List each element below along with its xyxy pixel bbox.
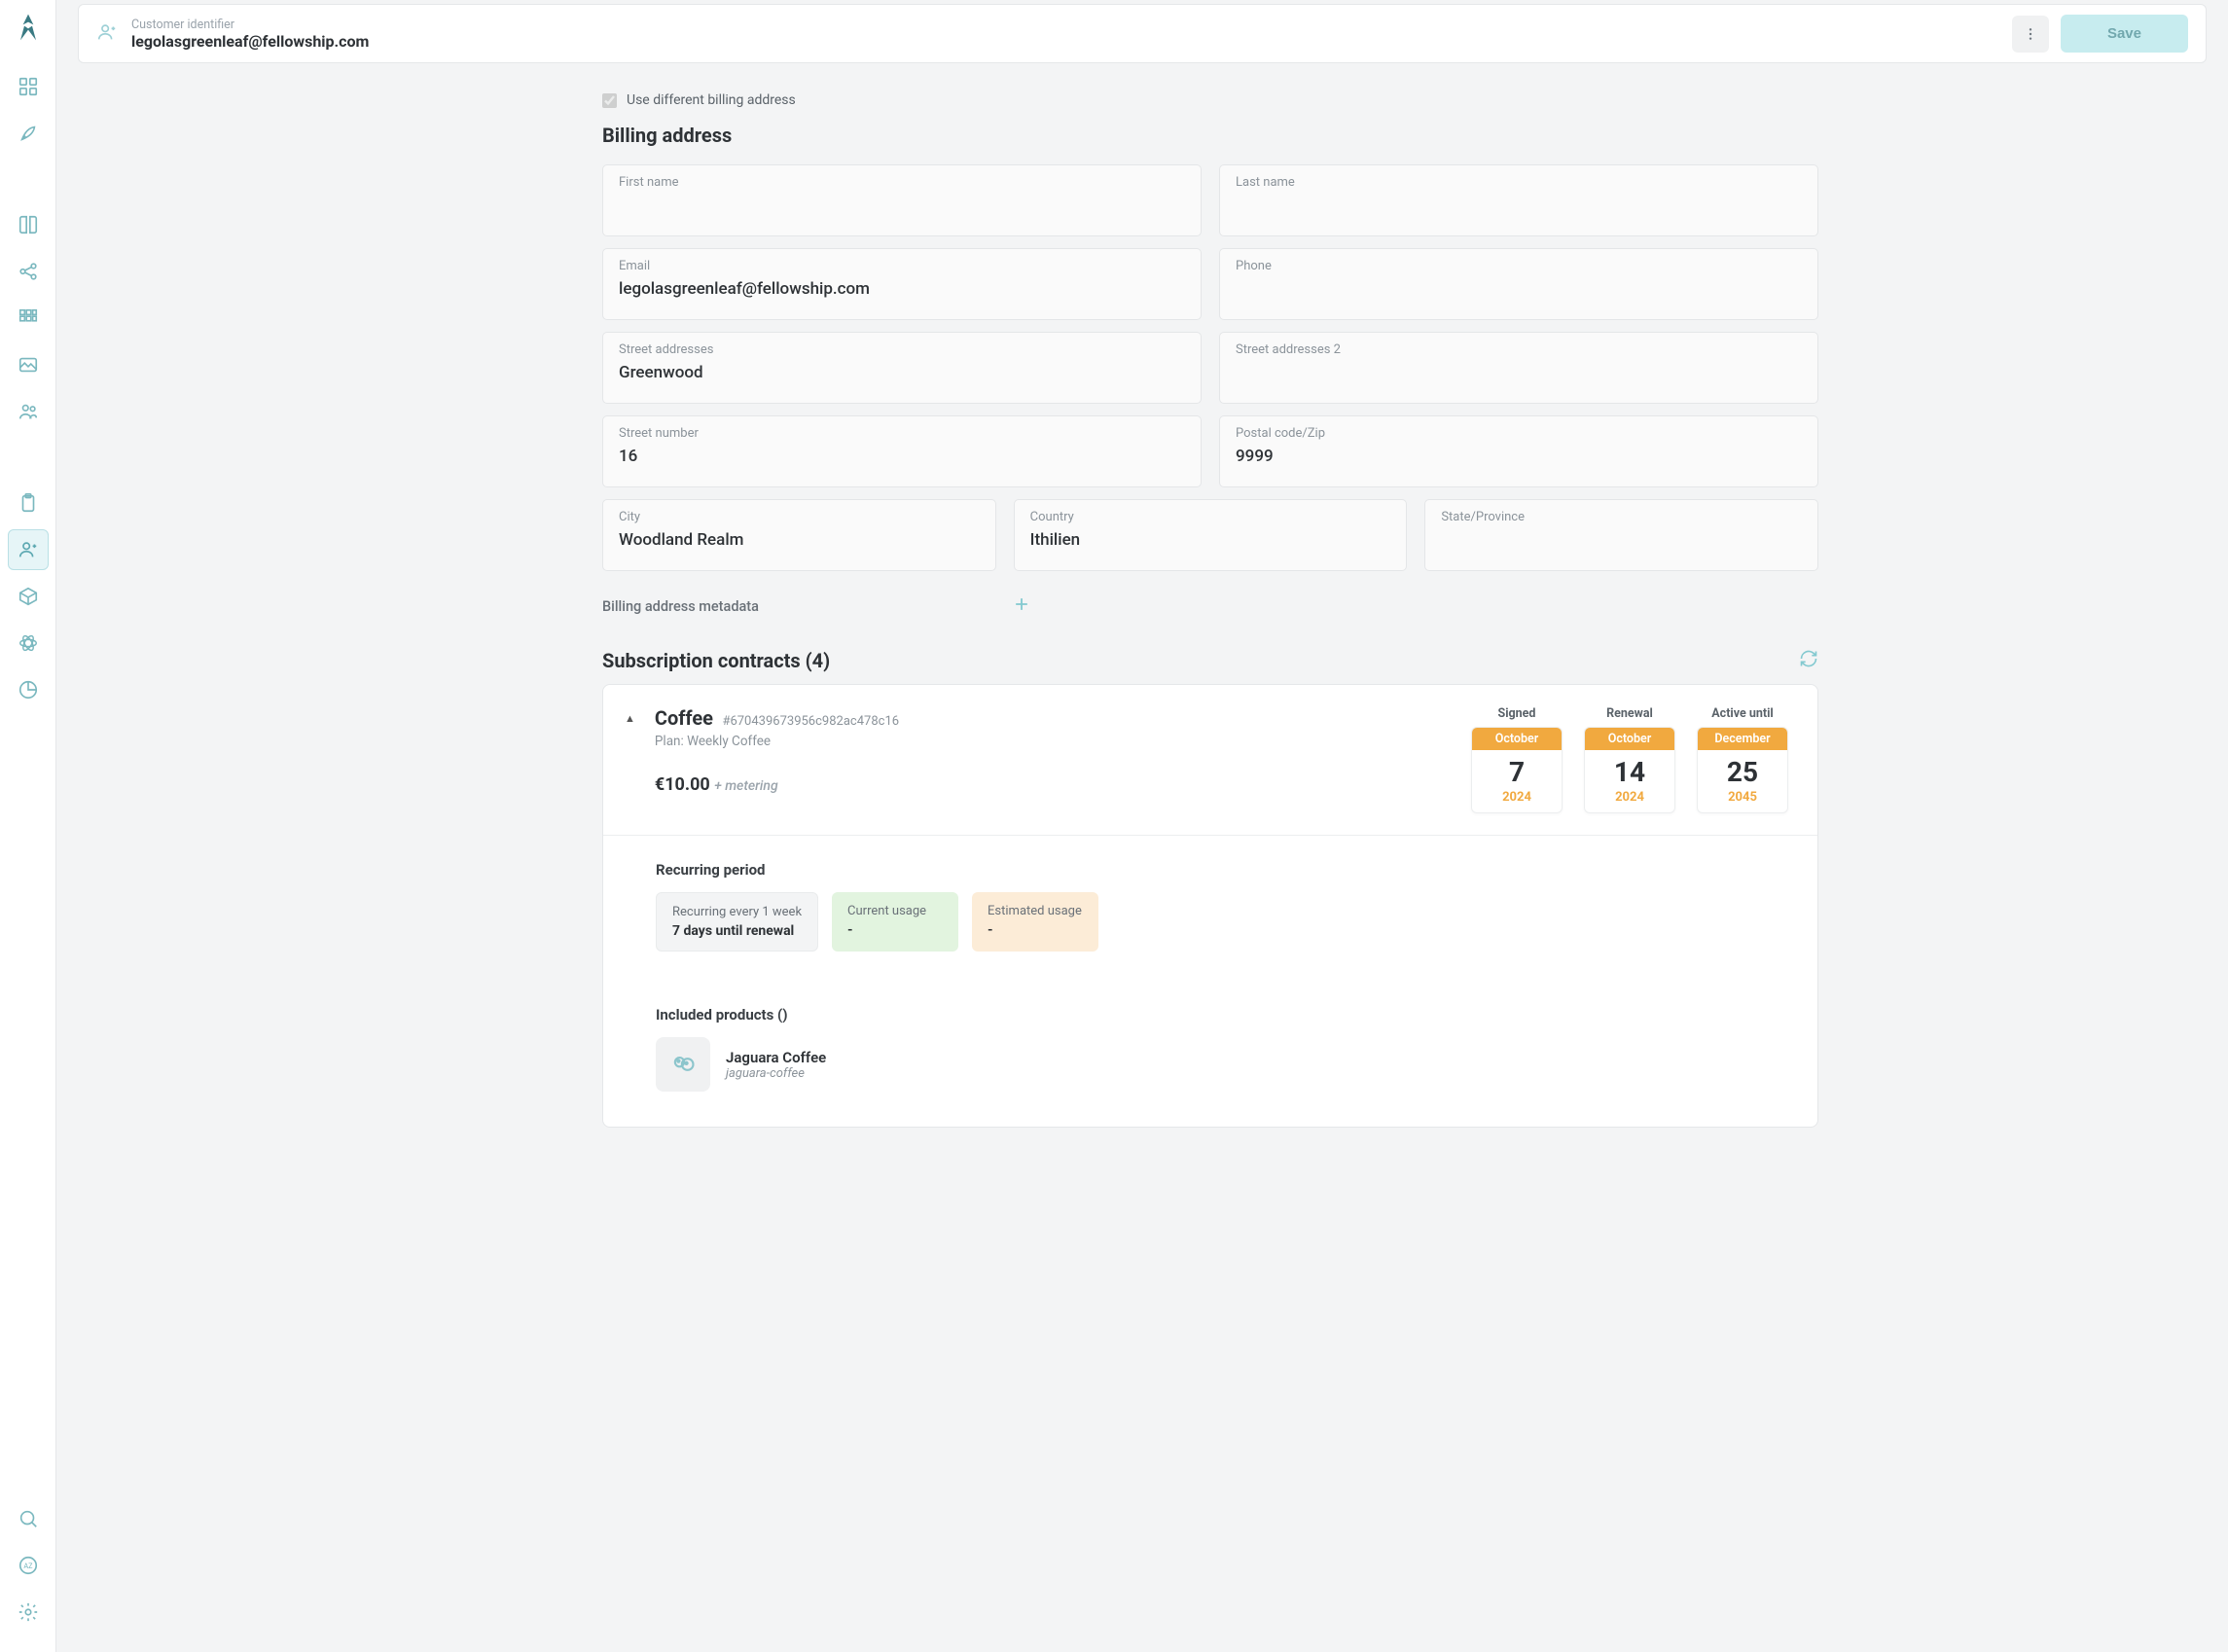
contract-id: #670439673956c982ac478c16 <box>722 714 899 729</box>
date-renewal: Renewal October 14 2024 <box>1584 706 1675 813</box>
contracts-title: Subscription contracts (4) <box>602 649 830 672</box>
city-field[interactable]: City Woodland Realm <box>602 499 996 571</box>
nav-users-icon[interactable] <box>8 391 49 432</box>
sidebar: AZ <box>0 0 56 1652</box>
product-slug: jaguara-coffee <box>726 1066 826 1081</box>
nav-rocket-icon[interactable] <box>8 113 49 154</box>
contract-plan: Plan: Weekly Coffee <box>655 734 1452 749</box>
product-icon <box>656 1037 710 1092</box>
product-row: Jaguara Coffee jaguara-coffee <box>656 1037 1765 1092</box>
country-field[interactable]: Country Ithilien <box>1014 499 1408 571</box>
street2-field[interactable]: Street addresses 2 <box>1219 332 1818 404</box>
contract-name: Coffee <box>655 706 713 730</box>
date-signed: Signed October 7 2024 <box>1471 706 1563 813</box>
current-usage-box: Current usage - <box>832 892 958 952</box>
customer-label: Customer identifier <box>131 18 369 32</box>
different-billing-checkbox[interactable] <box>602 93 617 108</box>
phone-field[interactable]: Phone <box>1219 248 1818 320</box>
add-metadata-button[interactable] <box>1012 594 1031 618</box>
collapse-caret-icon[interactable]: ▲ <box>625 712 635 725</box>
more-options-button[interactable] <box>2012 16 2049 53</box>
postal-field[interactable]: Postal code/Zip 9999 <box>1219 415 1818 487</box>
refresh-contracts-button[interactable] <box>1799 649 1818 672</box>
nav-box-icon[interactable] <box>8 576 49 617</box>
street-field[interactable]: Street addresses Greenwood <box>602 332 1202 404</box>
svg-text:AZ: AZ <box>23 1562 33 1570</box>
contract-price: €10.00 + metering <box>655 774 1452 795</box>
nav-search-icon[interactable] <box>8 1498 49 1539</box>
contract-card: ▲ Coffee #670439673956c982ac478c16 Plan:… <box>602 684 1818 1128</box>
first-name-field[interactable]: First name <box>602 164 1202 236</box>
nav-settings-icon[interactable] <box>8 1592 49 1633</box>
estimated-usage-box: Estimated usage - <box>972 892 1098 952</box>
recurring-title: Recurring period <box>656 861 1765 879</box>
customer-identifier: legolasgreenleaf@fellowship.com <box>131 32 369 51</box>
nav-pie-icon[interactable] <box>8 669 49 710</box>
nav-book-icon[interactable] <box>8 204 49 245</box>
nav-clipboard-icon[interactable] <box>8 483 49 523</box>
nav-customer-icon[interactable] <box>8 529 49 570</box>
nav-atom-icon[interactable] <box>8 623 49 664</box>
street-number-field[interactable]: Street number 16 <box>602 415 1202 487</box>
email-field[interactable]: Email legolasgreenleaf@fellowship.com <box>602 248 1202 320</box>
included-products-title: Included products () <box>656 1006 1765 1024</box>
different-billing-label: Use different billing address <box>627 92 796 108</box>
state-field[interactable]: State/Province <box>1424 499 1818 571</box>
date-active-until: Active until December 25 2045 <box>1697 706 1788 813</box>
customer-icon <box>96 21 118 47</box>
product-name: Jaguara Coffee <box>726 1049 826 1066</box>
topbar: Customer identifier legolasgreenleaf@fel… <box>78 4 2207 63</box>
app-logo <box>13 12 44 43</box>
save-button[interactable]: Save <box>2061 15 2188 53</box>
nav-language-icon[interactable]: AZ <box>8 1545 49 1586</box>
nav-grid-icon[interactable] <box>8 298 49 339</box>
recurring-interval-box: Recurring every 1 week 7 days until rene… <box>656 892 818 952</box>
nav-share-icon[interactable] <box>8 251 49 292</box>
nav-image-icon[interactable] <box>8 344 49 385</box>
billing-title: Billing address <box>602 124 1818 147</box>
last-name-field[interactable]: Last name <box>1219 164 1818 236</box>
billing-metadata-label: Billing address metadata <box>602 598 759 615</box>
nav-dashboard-icon[interactable] <box>8 66 49 107</box>
